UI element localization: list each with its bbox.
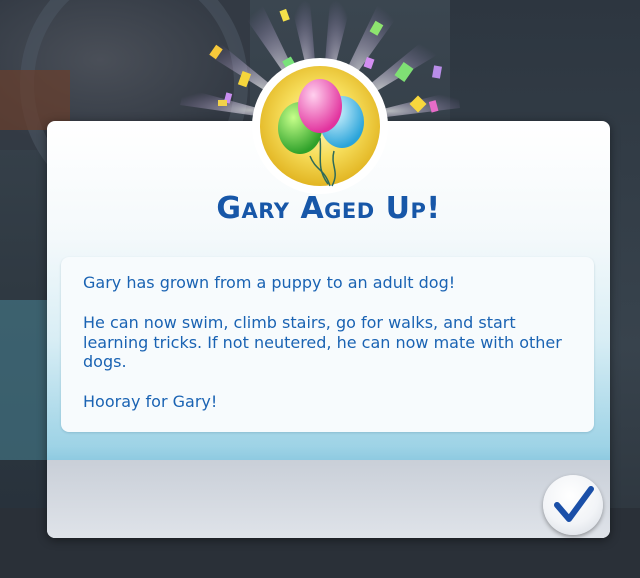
checkmark-icon [554,486,594,522]
confirm-button[interactable] [543,475,603,535]
message-paragraph: Hooray for Gary! [83,392,218,411]
balloons-icon [252,58,388,194]
message-paragraph: Gary has grown from a puppy to an adult … [83,273,456,292]
dialog-footer [47,460,610,538]
dialog-title: Gary Aged Up! [216,191,441,226]
message-paragraph: He can now swim, climb stairs, go for wa… [83,313,562,371]
balloons-emblem [250,56,390,196]
message-box: Gary has grown from a puppy to an adult … [61,257,594,432]
